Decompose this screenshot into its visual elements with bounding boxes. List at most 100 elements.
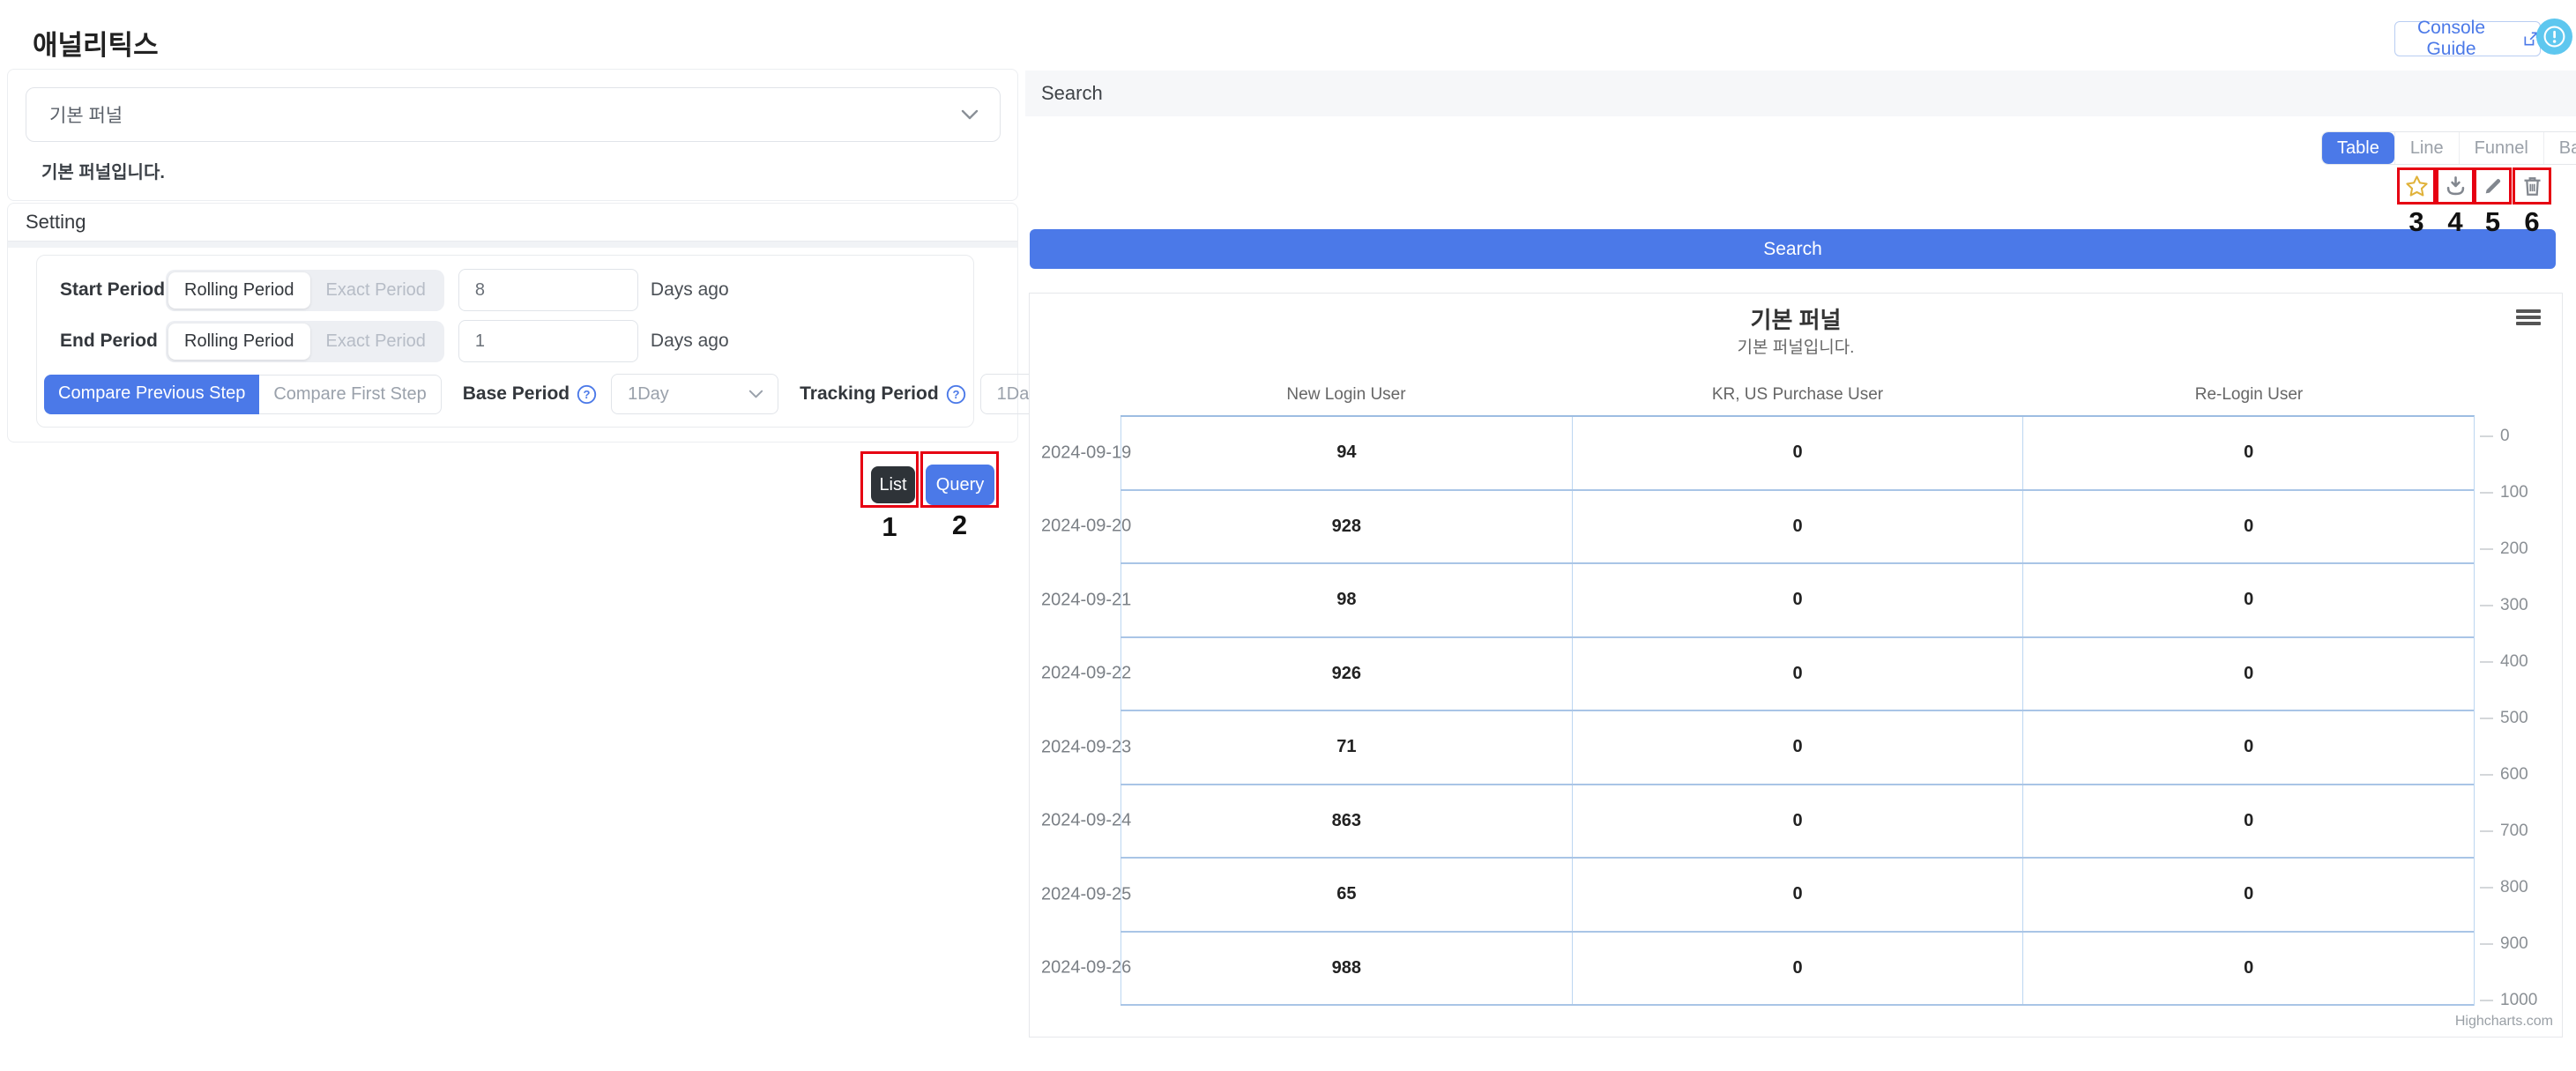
compare-previous-step-button[interactable]: Compare Previous Step [44,375,259,414]
cell-value: 0 [2022,933,2474,1005]
question-circle-icon[interactable]: ? [577,384,597,405]
base-period-label: Base Period [463,383,570,405]
row-date: 2024-09-24 [1041,811,1131,831]
star-icon [2404,174,2430,199]
column-header: KR, US Purchase User [1572,385,2023,405]
end-period-label: End Period [60,331,166,352]
setting-divider [8,241,1017,248]
chevron-down-icon [961,109,979,120]
end-period-input[interactable] [458,320,638,362]
y-axis-tick: 800 [2480,878,2528,897]
start-exact-period-option[interactable]: Exact Period [310,272,442,309]
download-button[interactable] [2436,167,2475,205]
row-date: 2024-09-21 [1041,590,1131,610]
cell-value: 0 [2022,564,2474,636]
cell-value: 0 [1572,859,2023,931]
start-period-label: Start Period [60,279,166,301]
funnel-card: 기본 퍼널 기본 퍼널입니다. [7,69,1018,201]
funnel-result-chart: 기본 퍼널 기본 퍼널입니다. New Login User KR, US Pu… [1029,293,2563,1038]
question-circle-icon[interactable]: ? [946,384,966,405]
chart-title: 기본 퍼널 [1030,302,2562,335]
cell-value: 0 [2022,859,2474,931]
tab-line[interactable]: Line [2394,132,2459,164]
y-axis-tick: 400 [2480,652,2528,672]
cell-value: 0 [1572,785,2023,858]
end-period-toggle: Rolling Period Exact Period [166,321,444,362]
cell-value: 988 [1120,933,1572,1005]
cell-value: 863 [1120,785,1572,858]
cell-value: 0 [1572,711,2023,784]
page-title: 애널리틱스 [33,23,159,63]
y-axis-tick: 300 [2480,596,2528,615]
row-date: 2024-09-19 [1041,443,1131,463]
tab-bar[interactable]: Bar [2543,132,2576,164]
start-rolling-period-option[interactable]: Rolling Period [168,272,310,309]
table-row: 2024-09-22 926 0 0 [1120,638,2474,712]
console-guide-button[interactable]: Console Guide [2394,21,2541,56]
delete-button[interactable] [2513,167,2551,205]
end-exact-period-option[interactable]: Exact Period [310,324,442,360]
y-axis-tick: 900 [2480,934,2528,954]
period-settings-box: Start Period Rolling Period Exact Period… [36,255,974,428]
help-floating-button[interactable] [2536,19,2572,55]
download-icon [2444,175,2468,198]
svg-text:?: ? [584,387,591,400]
cell-value: 0 [1572,638,2023,710]
compare-toggle: Compare Previous Step Compare First Step [44,375,442,414]
exclamation-circle-icon [2542,25,2566,48]
base-period-select[interactable]: 1Day [611,374,778,414]
cell-value: 0 [2022,491,2474,563]
tab-funnel[interactable]: Funnel [2459,132,2543,164]
start-period-row: Start Period Rolling Period Exact Period… [37,268,973,312]
tracking-period-label: Tracking Period [800,383,939,405]
end-period-suffix: Days ago [651,331,729,352]
tab-table[interactable]: Table [2322,132,2394,164]
search-section-header: Search [1025,71,2576,116]
cell-value: 65 [1120,859,1572,931]
cell-value: 71 [1120,711,1572,784]
search-button[interactable]: Search [1030,229,2556,269]
base-period-value: 1Day [628,384,669,405]
annotation-label-2: 2 [920,509,999,541]
favorite-button[interactable] [2397,167,2436,205]
cell-value: 0 [1572,491,2023,563]
setting-title: Setting [8,204,1017,241]
cell-value: 94 [1120,417,1572,489]
table-row: 2024-09-23 71 0 0 [1120,711,2474,785]
column-header: Re-Login User [2023,385,2475,405]
funnel-select[interactable]: 기본 퍼널 [26,87,1001,142]
start-period-input[interactable] [458,269,638,311]
cell-value: 0 [1572,564,2023,636]
start-period-toggle: Rolling Period Exact Period [166,270,444,311]
cell-value: 0 [2022,417,2474,489]
end-rolling-period-option[interactable]: Rolling Period [168,324,310,360]
console-guide-label: Console Guide [2395,18,2507,60]
query-button[interactable]: Query [926,465,994,505]
cell-value: 0 [2022,711,2474,784]
chart-subtitle: 기본 퍼널입니다. [1030,334,2562,358]
row-date: 2024-09-25 [1041,884,1131,904]
compare-settings-row: Compare Previous Step Compare First Step… [37,372,973,416]
y-axis-tick: 700 [2480,822,2528,841]
cell-value: 0 [1572,933,2023,1005]
compare-first-step-button[interactable]: Compare First Step [259,375,441,414]
hamburger-menu-icon[interactable] [2516,309,2542,328]
cell-value: 98 [1120,564,1572,636]
y-axis-tick: 200 [2480,539,2528,559]
table-row: 2024-09-25 65 0 0 [1120,859,2474,933]
y-axis-tick: 1000 [2480,991,2537,1010]
edit-button[interactable] [2474,167,2512,205]
row-date: 2024-09-26 [1041,958,1131,978]
table-row: 2024-09-19 94 0 0 [1120,417,2474,491]
funnel-description: 기본 퍼널입니다. [41,158,165,183]
list-button[interactable]: List [871,466,915,503]
y-axis-tick: 0 [2480,427,2510,446]
highcharts-credits[interactable]: Highcharts.com [2455,1014,2553,1030]
cell-value: 926 [1120,638,1572,710]
row-date: 2024-09-22 [1041,664,1131,684]
setting-card: Setting Start Period Rolling Period Exac… [7,203,1018,443]
y-axis-tick: 100 [2480,483,2528,502]
cell-value: 0 [2022,638,2474,710]
table-row: 2024-09-26 988 0 0 [1120,933,2474,1007]
cell-value: 928 [1120,491,1572,563]
